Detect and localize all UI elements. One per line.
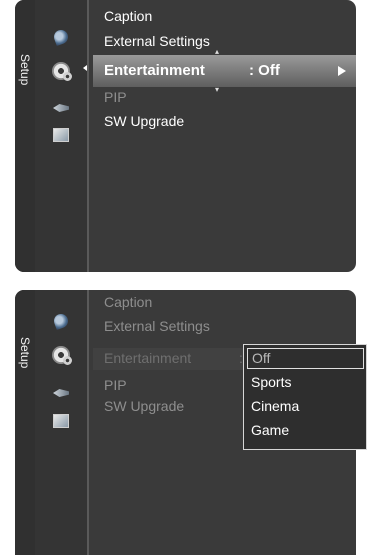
- menu-item-caption[interactable]: Caption: [104, 8, 152, 24]
- scroll-up-icon: ▴: [215, 47, 220, 56]
- menu-item-external-settings[interactable]: External Settings: [104, 318, 210, 334]
- application-icon[interactable]: [51, 412, 71, 430]
- application-icon[interactable]: [51, 126, 71, 144]
- entertainment-value: : Off: [249, 62, 280, 79]
- picture-icon[interactable]: [51, 28, 71, 46]
- input-icon[interactable]: [51, 99, 71, 117]
- setup-gear-icon[interactable]: [51, 346, 72, 365]
- option-off[interactable]: Off: [247, 348, 364, 369]
- option-cinema[interactable]: Cinema: [247, 396, 364, 417]
- menu-item-entertainment-selected[interactable]: Entertainment : Off: [93, 55, 356, 87]
- setup-tab-label: Setup: [18, 54, 32, 86]
- divider: [87, 290, 89, 555]
- menu-item-external-settings[interactable]: External Settings: [104, 33, 210, 49]
- divider: [87, 0, 89, 272]
- setup-tab[interactable]: Setup: [15, 0, 35, 272]
- menu-item-caption[interactable]: Caption: [104, 294, 152, 310]
- option-game[interactable]: Game: [247, 420, 364, 441]
- setup-gear-icon[interactable]: [51, 62, 72, 81]
- icon-column: [35, 290, 87, 555]
- menu-item-pip[interactable]: PIP: [104, 89, 127, 105]
- input-icon[interactable]: [51, 384, 71, 402]
- menu-item-pip[interactable]: PIP: [104, 377, 127, 393]
- picture-icon[interactable]: [51, 312, 71, 330]
- entertainment-label: Entertainment: [104, 350, 192, 366]
- option-sports[interactable]: Sports: [247, 372, 364, 393]
- scroll-down-icon: ▾: [215, 85, 220, 94]
- setup-menu-panel: Setup Caption External Settings ▴ Entert…: [15, 0, 356, 272]
- icon-column: [35, 0, 87, 272]
- setup-tab[interactable]: Setup: [15, 290, 35, 555]
- chevron-right-icon: [338, 66, 346, 76]
- menu-item-sw-upgrade[interactable]: SW Upgrade: [104, 113, 184, 129]
- entertainment-label: Entertainment: [104, 62, 205, 79]
- entertainment-dropdown: Off Sports Cinema Game: [243, 344, 367, 450]
- menu-item-sw-upgrade[interactable]: SW Upgrade: [104, 398, 184, 414]
- setup-tab-label: Setup: [18, 337, 32, 369]
- chevron-left-icon: [83, 65, 87, 71]
